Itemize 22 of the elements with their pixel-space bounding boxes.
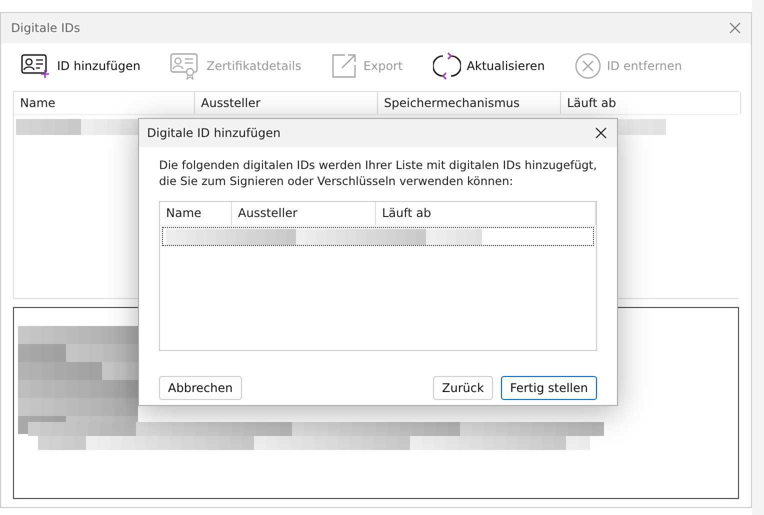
remove-icon (574, 53, 601, 79)
column-header[interactable]: Speichermechanismus (378, 92, 561, 114)
export-icon (331, 53, 358, 79)
dialog-button[interactable]: Fertig stellen (500, 376, 597, 400)
column-header[interactable]: Läuft ab (376, 202, 596, 225)
dialog-button[interactable]: Zurück (433, 376, 493, 400)
certificate-icon (170, 52, 200, 80)
column-header[interactable]: Name (160, 202, 232, 225)
toolbar-button[interactable]: Aktualisieren (428, 52, 549, 80)
column-header[interactable]: Aussteller (232, 202, 376, 225)
id-card-plus-icon (21, 53, 51, 79)
list-row[interactable] (162, 227, 594, 246)
refresh-icon (432, 52, 461, 80)
toolbar-button[interactable]: ID hinzufügen (17, 53, 144, 79)
dialog-message: Die folgenden digitalen IDs werden Ihrer Liste mit digitalen IDs hinzugefügt, die Sie zum Signieren oder Verschlüsseln verwenden können: (159, 157, 598, 189)
dialog-title: Digitale ID hinzufügen (147, 126, 281, 140)
dialog-button[interactable]: Abbrechen (159, 376, 242, 400)
column-header[interactable]: Name (14, 92, 195, 114)
column-header[interactable]: Aussteller (195, 92, 378, 114)
close-icon[interactable] (595, 127, 607, 139)
column-header[interactable]: Läuft ab (561, 92, 741, 114)
window-title: Digitale IDs (11, 21, 80, 35)
